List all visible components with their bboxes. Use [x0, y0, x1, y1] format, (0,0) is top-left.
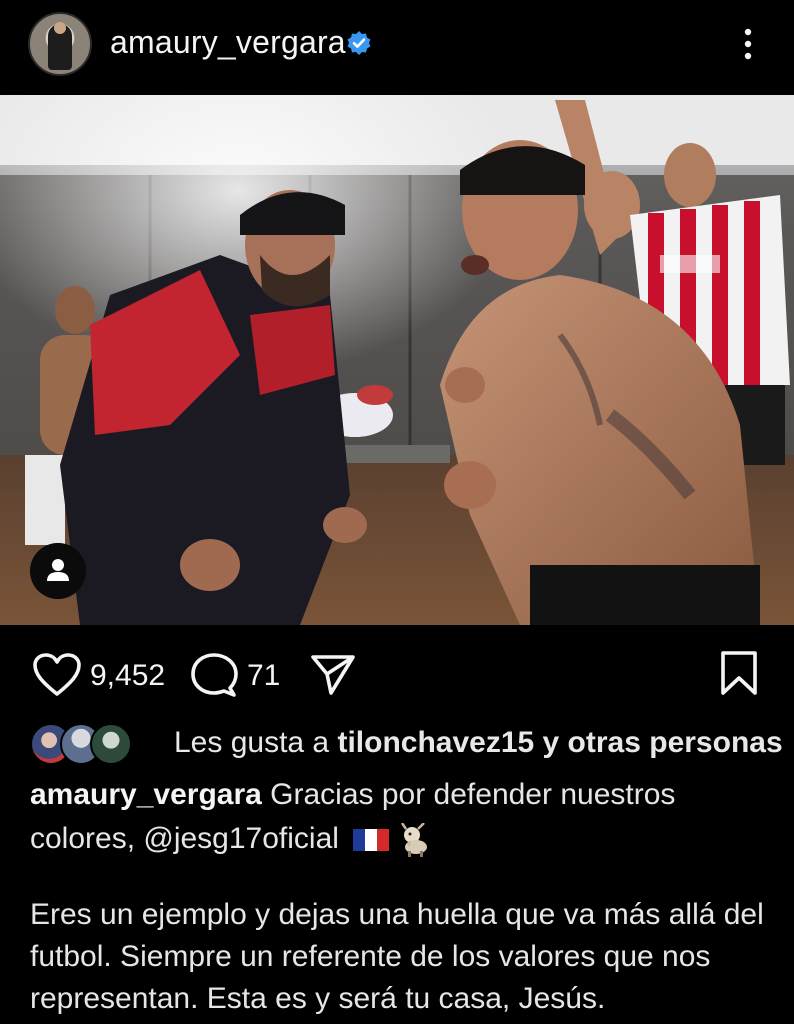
more-options-icon[interactable] — [736, 24, 760, 64]
like-count[interactable]: 9,452 — [90, 659, 165, 693]
comment-count[interactable]: 71 — [247, 659, 280, 693]
liker-username[interactable]: tilonchavez15 — [337, 726, 534, 759]
caption-paragraph: Eres un ejemplo y dejas una huella que v… — [30, 898, 764, 1015]
france-flag-emoji — [353, 829, 390, 852]
caption-line2[interactable]: colores, @jesg17oficial — [30, 822, 339, 855]
likes-suffix[interactable]: y otras personas — [534, 726, 783, 759]
bookmark-icon[interactable] — [720, 650, 758, 696]
post-image[interactable] — [0, 95, 794, 625]
likes-summary[interactable]: Les gusta a tilonchavez15 y otras person… — [30, 720, 790, 768]
comment-icon[interactable] — [190, 652, 238, 698]
profile-avatar[interactable] — [28, 12, 92, 76]
caption-line1: Gracias por defender nuestros — [261, 778, 676, 811]
post-caption: amaury_vergara Gracias por defender nues… — [30, 773, 770, 861]
post-header: amaury_vergara — [0, 0, 794, 92]
likes-prefix: Les gusta a — [174, 726, 338, 759]
likes-text: Les gusta a tilonchavez15 y otras person… — [174, 726, 783, 760]
caption-username[interactable]: amaury_vergara — [30, 778, 262, 811]
tagged-people-icon[interactable] — [30, 543, 86, 599]
goat-emoji — [400, 823, 427, 858]
send-icon[interactable] — [310, 654, 356, 696]
post-username[interactable]: amaury_vergara — [110, 24, 346, 61]
heart-icon[interactable] — [32, 652, 82, 698]
liker-avatar — [90, 723, 132, 765]
verified-badge-icon — [347, 31, 371, 55]
